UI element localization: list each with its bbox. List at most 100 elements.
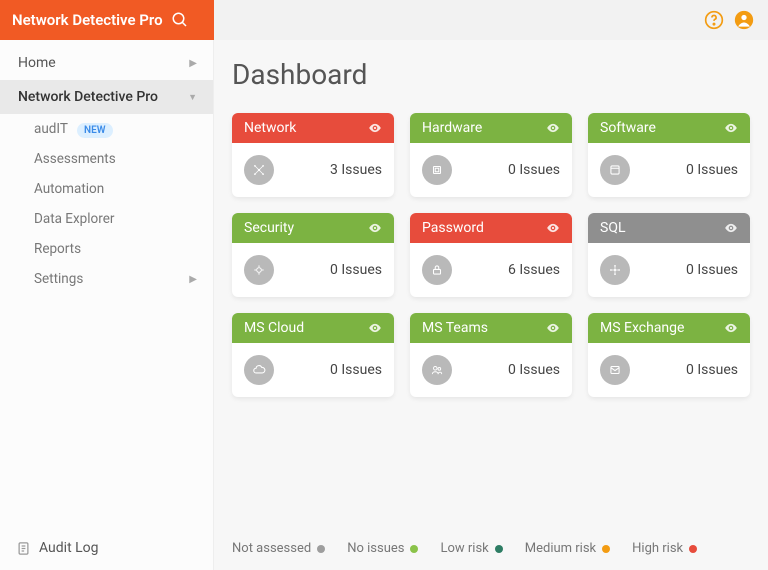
card-title: Network — [244, 120, 296, 136]
card-issues: 0 Issues — [686, 162, 738, 178]
card-issues: 0 Issues — [508, 162, 560, 178]
nav-home[interactable]: Home ▶ — [0, 46, 213, 80]
new-badge: NEW — [77, 123, 113, 138]
nav-audit[interactable]: audIT NEW — [0, 114, 213, 144]
card-title: Hardware — [422, 120, 482, 136]
nav-data-explorer-label: Data Explorer — [34, 211, 114, 227]
nav-assessments[interactable]: Assessments — [0, 144, 213, 174]
nav-ndp[interactable]: Network Detective Pro ▼ — [0, 80, 213, 114]
legend-label: No issues — [347, 541, 404, 556]
user-icon[interactable] — [734, 10, 754, 30]
eye-icon[interactable] — [368, 121, 382, 135]
card-head: Password — [410, 213, 572, 243]
hardware-icon — [422, 155, 452, 185]
card-software[interactable]: Software 0 Issues — [588, 113, 750, 197]
card-body: 0 Issues — [410, 343, 572, 397]
nav-settings[interactable]: Settings ▶ — [0, 264, 213, 294]
nav-automation[interactable]: Automation — [0, 174, 213, 204]
eye-icon[interactable] — [724, 221, 738, 235]
teams-icon — [422, 355, 452, 385]
eye-icon[interactable] — [724, 121, 738, 135]
card-body: 0 Issues — [588, 343, 750, 397]
card-issues: 0 Issues — [330, 262, 382, 278]
document-icon — [16, 541, 31, 556]
nav-data-explorer[interactable]: Data Explorer — [0, 204, 213, 234]
card-head: Software — [588, 113, 750, 143]
legend-dot — [602, 545, 610, 553]
legend-dot — [317, 545, 325, 553]
legend-label: Medium risk — [525, 541, 596, 556]
caret-down-icon: ▼ — [188, 92, 197, 103]
card-head: MS Cloud — [232, 313, 394, 343]
card-head: SQL — [588, 213, 750, 243]
legend-item: Low risk — [440, 541, 502, 556]
legend-label: Not assessed — [232, 541, 311, 556]
chevron-right-icon: ▶ — [189, 274, 197, 285]
card-title: MS Teams — [422, 320, 488, 336]
card-body: 0 Issues — [410, 143, 572, 197]
card-issues: 6 Issues — [508, 262, 560, 278]
nav-reports-label: Reports — [34, 241, 81, 257]
card-body: 3 Issues — [232, 143, 394, 197]
legend-label: High risk — [632, 541, 683, 556]
cards-grid: Network 3 Issues Hardware 0 Issues Softw… — [232, 113, 750, 397]
card-title: Password — [422, 220, 484, 236]
software-icon — [600, 155, 630, 185]
eye-icon[interactable] — [368, 221, 382, 235]
card-password[interactable]: Password 6 Issues — [410, 213, 572, 297]
card-issues: 3 Issues — [330, 162, 382, 178]
exchange-icon — [600, 355, 630, 385]
legend-item: Not assessed — [232, 541, 325, 556]
card-body: 0 Issues — [232, 243, 394, 297]
card-issues: 0 Issues — [508, 362, 560, 378]
card-body: 0 Issues — [588, 243, 750, 297]
eye-icon[interactable] — [546, 321, 560, 335]
card-issues: 0 Issues — [330, 362, 382, 378]
card-title: Security — [244, 220, 294, 236]
eye-icon[interactable] — [546, 121, 560, 135]
nav-automation-label: Automation — [34, 181, 104, 197]
card-head: MS Exchange — [588, 313, 750, 343]
nav-reports[interactable]: Reports — [0, 234, 213, 264]
legend-dot — [410, 545, 418, 553]
card-issues: 0 Issues — [686, 262, 738, 278]
nav-settings-label: Settings — [34, 271, 83, 287]
card-body: 6 Issues — [410, 243, 572, 297]
card-title: MS Cloud — [244, 320, 304, 336]
brand-title: Network Detective Pro — [12, 11, 163, 29]
eye-icon[interactable] — [546, 221, 560, 235]
legend-item: Medium risk — [525, 541, 610, 556]
nav-ndp-label: Network Detective Pro — [18, 89, 158, 105]
card-title: SQL — [600, 220, 625, 236]
card-head: MS Teams — [410, 313, 572, 343]
card-network[interactable]: Network 3 Issues — [232, 113, 394, 197]
card-body: 0 Issues — [588, 143, 750, 197]
sql-icon — [600, 255, 630, 285]
legend-dot — [495, 545, 503, 553]
brand: Network Detective Pro — [0, 0, 214, 40]
chevron-right-icon: ▶ — [189, 58, 197, 69]
card-head: Hardware — [410, 113, 572, 143]
legend-item: No issues — [347, 541, 418, 556]
eye-icon[interactable] — [724, 321, 738, 335]
card-hardware[interactable]: Hardware 0 Issues — [410, 113, 572, 197]
card-security[interactable]: Security 0 Issues — [232, 213, 394, 297]
card-body: 0 Issues — [232, 343, 394, 397]
card-teams[interactable]: MS Teams 0 Issues — [410, 313, 572, 397]
card-sql[interactable]: SQL 0 Issues — [588, 213, 750, 297]
network-icon — [244, 155, 274, 185]
help-icon[interactable] — [704, 10, 724, 30]
card-cloud[interactable]: MS Cloud 0 Issues — [232, 313, 394, 397]
legend-item: High risk — [632, 541, 697, 556]
brand-logo-icon — [171, 11, 189, 29]
card-exchange[interactable]: MS Exchange 0 Issues — [588, 313, 750, 397]
nav-audit-label: audIT — [34, 121, 68, 137]
eye-icon[interactable] — [368, 321, 382, 335]
password-icon — [422, 255, 452, 285]
card-title: MS Exchange — [600, 320, 684, 336]
security-icon — [244, 255, 274, 285]
page-title: Dashboard — [232, 58, 750, 91]
card-head: Security — [232, 213, 394, 243]
nav-home-label: Home — [18, 55, 56, 71]
audit-log[interactable]: Audit Log — [0, 526, 213, 570]
